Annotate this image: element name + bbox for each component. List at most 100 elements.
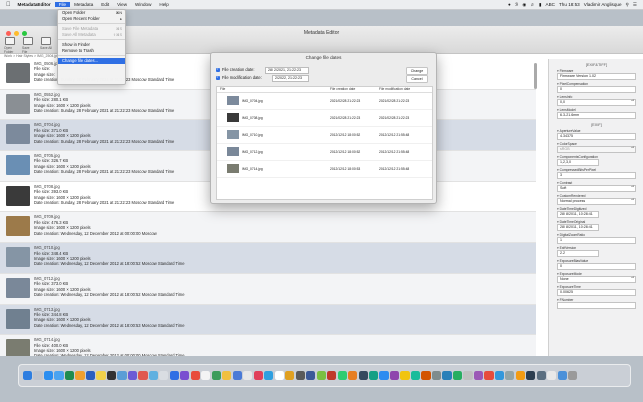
- cancel-button[interactable]: Cancel: [406, 75, 428, 83]
- list-item[interactable]: IMG_0714.jpg File size: 400.0 KB Image siz…: [0, 335, 536, 356]
- field-input[interactable]: Soft: [557, 185, 636, 192]
- preview-icon[interactable]: [117, 370, 127, 381]
- notes-icon[interactable]: [96, 370, 106, 381]
- clock[interactable]: Thu 18:53: [559, 2, 580, 7]
- list-scrollbar[interactable]: [534, 61, 538, 351]
- user-name[interactable]: Vladimir Anglisque: [584, 2, 622, 7]
- folder-icon[interactable]: [557, 370, 567, 381]
- creation-date-field[interactable]: 28/ 2/2021, 21:22:23: [265, 67, 309, 74]
- app-icon[interactable]: [389, 370, 400, 381]
- app-icon[interactable]: [327, 370, 337, 381]
- col-file[interactable]: File: [220, 87, 225, 92]
- app-icon[interactable]: [274, 370, 284, 381]
- app-icon[interactable]: [169, 370, 179, 381]
- menu-edit[interactable]: Edit: [97, 2, 113, 7]
- app-icon[interactable]: [473, 370, 484, 381]
- app-icon[interactable]: [211, 370, 221, 381]
- app-icon[interactable]: [316, 370, 326, 381]
- modification-checkbox[interactable]: [216, 75, 220, 80]
- app-icon[interactable]: [127, 370, 138, 381]
- input-source[interactable]: ABC: [546, 2, 555, 7]
- list-item[interactable]: IMG_0713.jpg File size: 344.8 KB Image siz…: [0, 304, 536, 336]
- music-icon[interactable]: [253, 370, 263, 381]
- app-icon[interactable]: [484, 370, 494, 381]
- table-row[interactable]: IMG_0708.jpg 2021/02/28 21:22:23 2021/02/2…: [217, 110, 432, 127]
- col-created[interactable]: File creation date: [330, 87, 355, 92]
- col-modified[interactable]: File modification date: [379, 87, 410, 92]
- field-input[interactable]: 1: [557, 237, 636, 244]
- volume-icon[interactable]: ♬: [530, 2, 535, 7]
- field-input[interactable]: Normal process: [557, 198, 636, 205]
- list-item[interactable]: IMG_0709.jpg File size: 476.3 KB Image siz…: [0, 212, 536, 244]
- field-input[interactable]: Firmware Version 1.02: [557, 73, 636, 80]
- app-icon[interactable]: [348, 370, 358, 381]
- field-input[interactable]: 0: [557, 86, 636, 93]
- menu-item-remove-to-trash[interactable]: Remove to Trash: [58, 48, 125, 54]
- chrome-icon[interactable]: [285, 370, 295, 381]
- reminders-icon[interactable]: [201, 370, 211, 381]
- app-icon[interactable]: [505, 370, 515, 381]
- field-input[interactable]: 28/ 8/2011, 10:28:41: [557, 224, 599, 231]
- bluetooth-icon[interactable]: ℬ: [515, 2, 519, 8]
- app-icon[interactable]: [526, 370, 536, 381]
- wifi-icon[interactable]: ◉: [522, 2, 526, 8]
- launchpad-icon[interactable]: [33, 370, 43, 381]
- app-icon[interactable]: [306, 370, 316, 381]
- save-all-button[interactable]: Save All: [40, 37, 52, 54]
- field-input[interactable]: 3: [557, 172, 636, 179]
- menu-window[interactable]: Window: [131, 2, 155, 7]
- app-icon[interactable]: [452, 370, 463, 381]
- menu-item-open-recent-folder[interactable]: Open Recent Folder ▸: [58, 16, 125, 22]
- field-input[interactable]: 1,2,3,0: [557, 159, 599, 166]
- app-icon[interactable]: [295, 370, 305, 381]
- terminal-icon[interactable]: [106, 370, 117, 381]
- app-icon[interactable]: [148, 370, 158, 381]
- app-icon[interactable]: [463, 370, 473, 381]
- excel-icon[interactable]: [64, 370, 75, 381]
- finder-icon[interactable]: [23, 370, 33, 381]
- app-icon[interactable]: [515, 370, 525, 381]
- safari-icon[interactable]: [43, 370, 54, 381]
- menu-help[interactable]: Help: [155, 2, 172, 7]
- menu-metadata[interactable]: Metadata: [70, 2, 97, 7]
- menu-file[interactable]: File: [54, 2, 71, 7]
- list-item[interactable]: IMG_0712.jpg File size: 373.0 KB Image siz…: [0, 273, 536, 305]
- app-icon[interactable]: [431, 370, 442, 381]
- battery-icon[interactable]: ▮: [539, 2, 542, 8]
- menu-item-change-file-dates[interactable]: Change file dates...: [58, 58, 125, 64]
- apple-icon[interactable]: : [0, 2, 14, 8]
- table-row[interactable]: IMG_0714.jpg 2012/12/12 18:00:53 2012/12/1…: [217, 161, 432, 178]
- appstore-icon[interactable]: [379, 370, 389, 381]
- vpn-icon[interactable]: ●: [508, 2, 511, 7]
- trash-icon[interactable]: [568, 370, 578, 381]
- field-input[interactable]: 28/ 8/2011, 10:28:41: [557, 211, 599, 218]
- field-input[interactable]: [557, 302, 636, 309]
- app-icon[interactable]: [222, 370, 232, 381]
- app-menu[interactable]: MetadataEditor: [14, 2, 55, 7]
- change-button[interactable]: Change: [406, 67, 428, 75]
- app-icon[interactable]: [442, 370, 452, 381]
- table-row[interactable]: IMG_0712.jpg 2012/12/12 18:00:52 2012/12/1…: [217, 144, 432, 161]
- open-folder-button[interactable]: Open Folder: [4, 37, 16, 54]
- table-row[interactable]: IMG_0710.jpg 2012/12/12 18:00:52 2012/12/1…: [217, 127, 432, 144]
- app-icon[interactable]: [243, 370, 253, 381]
- creation-checkbox[interactable]: [216, 67, 220, 72]
- app-icon[interactable]: [159, 370, 169, 381]
- mail-icon[interactable]: [54, 370, 64, 381]
- field-input[interactable]: 0.00625: [557, 289, 636, 296]
- app-icon[interactable]: [410, 370, 421, 381]
- app-icon[interactable]: [138, 370, 148, 381]
- app-icon[interactable]: [358, 370, 368, 381]
- app-icon[interactable]: [368, 370, 379, 381]
- calendar-icon[interactable]: [190, 370, 200, 381]
- table-row[interactable]: IMG_0704.jpg 2021/02/28 21:22:23 2021/02/2…: [217, 93, 432, 110]
- app-icon[interactable]: [337, 370, 347, 381]
- app-icon[interactable]: [536, 370, 546, 381]
- field-input[interactable]: sRGB: [557, 146, 636, 153]
- app-icon[interactable]: [400, 370, 410, 381]
- app-icon[interactable]: [232, 370, 242, 381]
- field-input[interactable]: 4.34375: [557, 133, 636, 140]
- app-icon[interactable]: [264, 370, 274, 381]
- word-icon[interactable]: [85, 370, 96, 381]
- field-input[interactable]: 0,0: [557, 99, 636, 106]
